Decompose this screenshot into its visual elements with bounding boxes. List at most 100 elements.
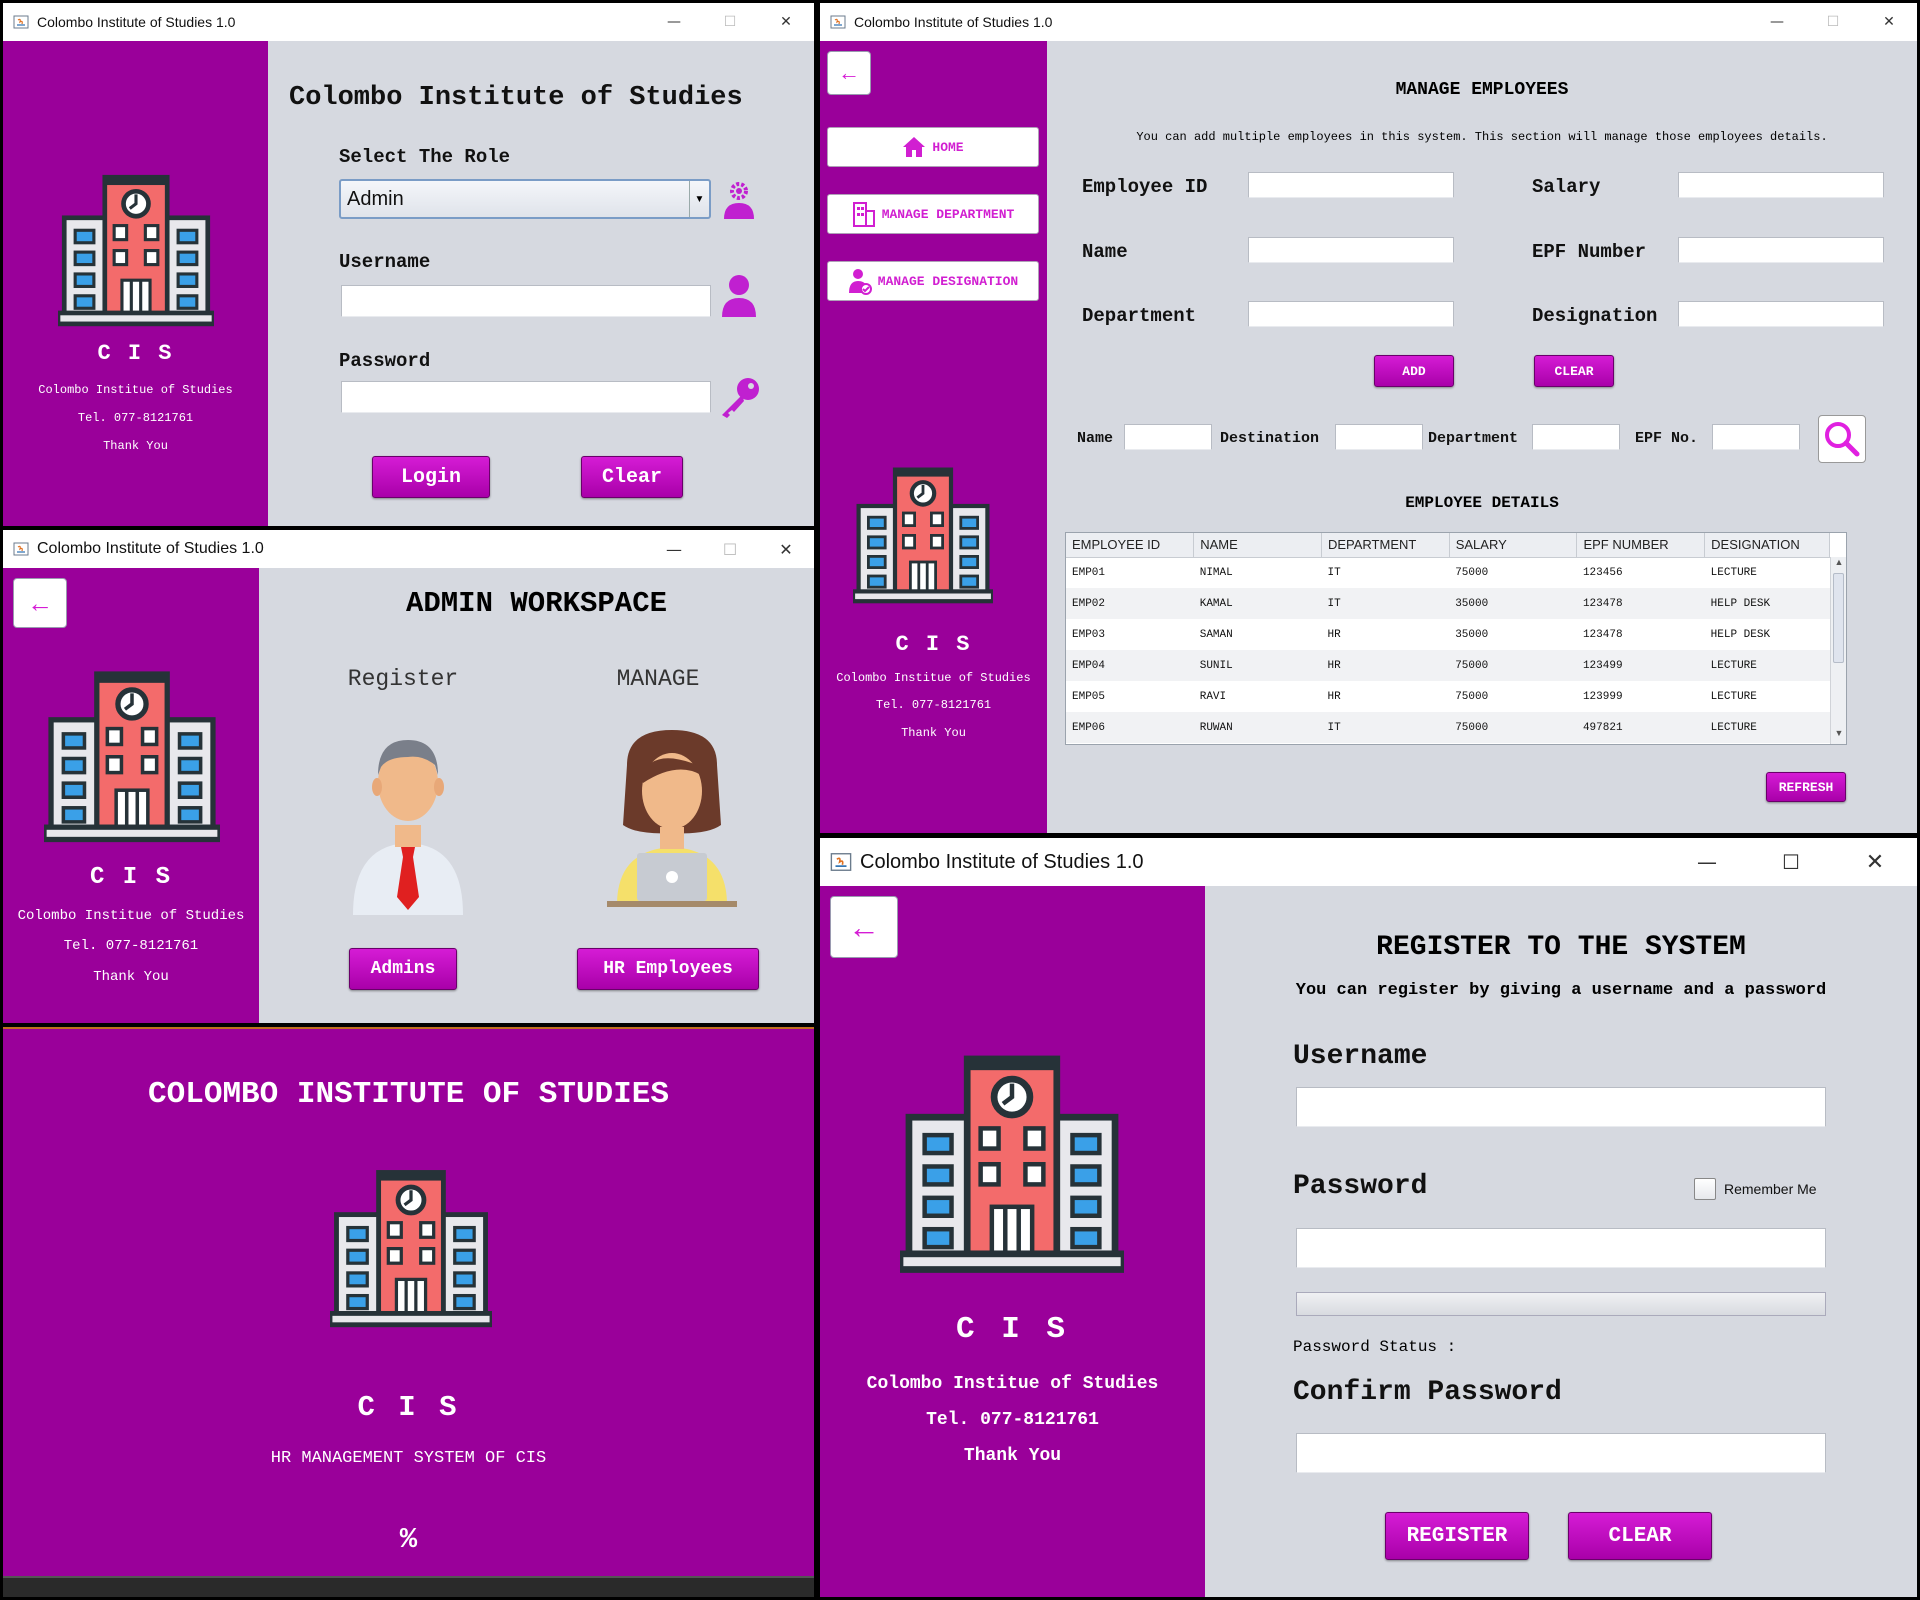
refresh-button[interactable]: REFRESH [1766, 772, 1846, 802]
minimize-icon[interactable]: — [1749, 14, 1805, 30]
hr-employees-button[interactable]: HR Employees [577, 948, 759, 990]
column-header[interactable]: EPF NUMBER [1576, 533, 1706, 558]
back-button[interactable]: ← [830, 896, 898, 958]
column-header[interactable]: EMPLOYEE ID [1066, 533, 1195, 558]
remember-me-checkbox[interactable]: Remember Me [1694, 1178, 1817, 1200]
close-icon[interactable]: ✕ [1833, 850, 1917, 875]
employee-grid: EMPLOYEE ID NAME DEPARTMENT SALARY EPF NUMBE… [1066, 533, 1830, 743]
table-cell: SUNIL [1193, 650, 1322, 681]
brand-thanks: Thank You [103, 439, 168, 453]
department-label: Department [1082, 305, 1197, 327]
manage-designation-button[interactable]: MANAGE DESIGNATION [827, 261, 1039, 301]
manage-heading: MANAGE EMPLOYEES [1395, 80, 1569, 100]
table-cell: EMP02 [1066, 588, 1194, 619]
table-cell: IT [1321, 712, 1450, 743]
username-input[interactable] [341, 285, 711, 317]
username-input[interactable] [1296, 1087, 1826, 1127]
arrow-left-icon: ← [848, 908, 880, 945]
register-button[interactable]: REGISTER [1385, 1512, 1529, 1560]
table-row[interactable]: EMP05 RAVI HR 75000 123999 LECTURE [1066, 681, 1830, 712]
search-destination-input[interactable] [1335, 424, 1423, 450]
table-cell: SAMAN [1193, 619, 1322, 650]
brand-name: Colombo Institue of Studies [38, 383, 233, 397]
maximize-icon[interactable]: ☐ [702, 14, 758, 30]
name-input[interactable] [1248, 237, 1454, 263]
clear-button[interactable]: CLEAR [1568, 1512, 1712, 1560]
brand-name: Colombo Institue of Studies [836, 671, 1031, 685]
scroll-down-arrow[interactable]: ▼ [1831, 728, 1846, 742]
maximize-icon[interactable]: ☐ [1805, 14, 1861, 30]
manage-department-label: MANAGE DEPARTMENT [881, 206, 1015, 222]
minimize-icon[interactable]: — [646, 14, 702, 30]
close-icon[interactable]: ✕ [758, 540, 814, 559]
password-input[interactable] [341, 381, 711, 413]
manage-department-button[interactable]: MANAGE DEPARTMENT [827, 194, 1039, 234]
designation-user-check-icon [848, 269, 872, 295]
admin-workspace-window: Colombo Institute of Studies 1.0 — ☐ ✕ ←… [3, 530, 814, 1023]
maximize-icon[interactable]: ☐ [702, 540, 758, 559]
column-header[interactable]: DESIGNATION [1704, 533, 1830, 558]
table-row[interactable]: EMP04 SUNIL HR 75000 123499 LECTURE [1066, 650, 1830, 681]
column-header[interactable]: SALARY [1449, 533, 1578, 558]
maximize-icon[interactable]: ☐ [1749, 850, 1833, 874]
scroll-up-arrow[interactable]: ▲ [1831, 557, 1846, 571]
epf-number-label: EPF Number [1532, 241, 1647, 263]
column-header[interactable]: DEPARTMENT [1321, 533, 1450, 558]
role-select[interactable]: Admin ▼ [339, 179, 711, 219]
back-button[interactable]: ← [13, 578, 67, 628]
window-title: Colombo Institute of Studies 1.0 [37, 14, 236, 30]
employee-id-input[interactable] [1248, 172, 1454, 198]
table-cell: HR [1321, 650, 1450, 681]
back-button[interactable]: ← [827, 51, 871, 95]
window-title: Colombo Institute of Studies 1.0 [860, 850, 1144, 873]
close-icon[interactable]: ✕ [1861, 14, 1917, 30]
username-label: Username [1293, 1041, 1428, 1072]
table-scrollbar[interactable]: ▲ ▼ [1830, 557, 1846, 744]
role-selected-value: Admin [347, 187, 404, 210]
home-button[interactable]: HOME [827, 127, 1039, 167]
title-bar: Colombo Institute of Studies 1.0 — ☐ ✕ [820, 3, 1917, 41]
arrow-left-icon: ← [838, 60, 860, 85]
password-status-label: Password Status : [1293, 1338, 1457, 1356]
window-title: Colombo Institute of Studies 1.0 [37, 540, 264, 557]
table-row[interactable]: EMP06 RUWAN IT 75000 497821 LECTURE [1066, 712, 1830, 743]
checkbox-box[interactable] [1694, 1178, 1716, 1200]
clear-button[interactable]: Clear [581, 456, 683, 498]
table-cell: HR [1321, 619, 1450, 650]
salary-input[interactable] [1678, 172, 1884, 198]
minimize-icon[interactable]: — [1665, 850, 1749, 874]
close-icon[interactable]: ✕ [758, 14, 814, 30]
table-cell: 35000 [1449, 619, 1577, 650]
table-row[interactable]: EMP01 NIMAL IT 75000 123456 LECTURE [1066, 557, 1830, 588]
table-cell: EMP05 [1066, 681, 1194, 712]
brand-tel: Tel. 077-8121761 [77, 411, 194, 425]
minimize-icon[interactable]: — [646, 540, 702, 559]
search-button[interactable] [1818, 415, 1866, 463]
search-department-input[interactable] [1532, 424, 1620, 450]
admins-button[interactable]: Admins [349, 948, 457, 990]
add-button[interactable]: ADD [1374, 355, 1454, 387]
table-cell: 123499 [1576, 650, 1705, 681]
table-row[interactable]: EMP02 KAMAL IT 35000 123478 HELP DESK [1066, 588, 1830, 619]
epf-number-input[interactable] [1678, 237, 1884, 263]
password-input[interactable] [1296, 1228, 1826, 1268]
brand-thanks: Thank You [93, 969, 169, 985]
column-header[interactable]: NAME [1193, 533, 1322, 558]
department-input[interactable] [1248, 301, 1454, 327]
table-row[interactable]: EMP03 SAMAN HR 35000 123478 HELP DESK [1066, 619, 1830, 650]
search-name-input[interactable] [1124, 424, 1212, 450]
chevron-down-icon[interactable]: ▼ [689, 181, 709, 217]
designation-input[interactable] [1678, 301, 1884, 327]
arrow-left-icon: ← [27, 587, 53, 618]
login-window: Colombo Institute of Studies 1.0 — ☐ ✕ C… [3, 3, 814, 526]
confirm-password-input[interactable] [1296, 1433, 1826, 1473]
scroll-thumb[interactable] [1833, 573, 1844, 663]
table-cell: EMP03 [1066, 619, 1194, 650]
register-label: Register [347, 666, 459, 692]
sidebar: ← C I S Colombo Institue of Studies Tel.… [3, 568, 259, 1023]
search-epf-input[interactable] [1712, 424, 1800, 450]
splash-abbr: C I S [357, 1391, 460, 1424]
salary-label: Salary [1532, 176, 1601, 198]
clear-button[interactable]: CLEAR [1534, 355, 1614, 387]
login-button[interactable]: Login [372, 456, 490, 498]
